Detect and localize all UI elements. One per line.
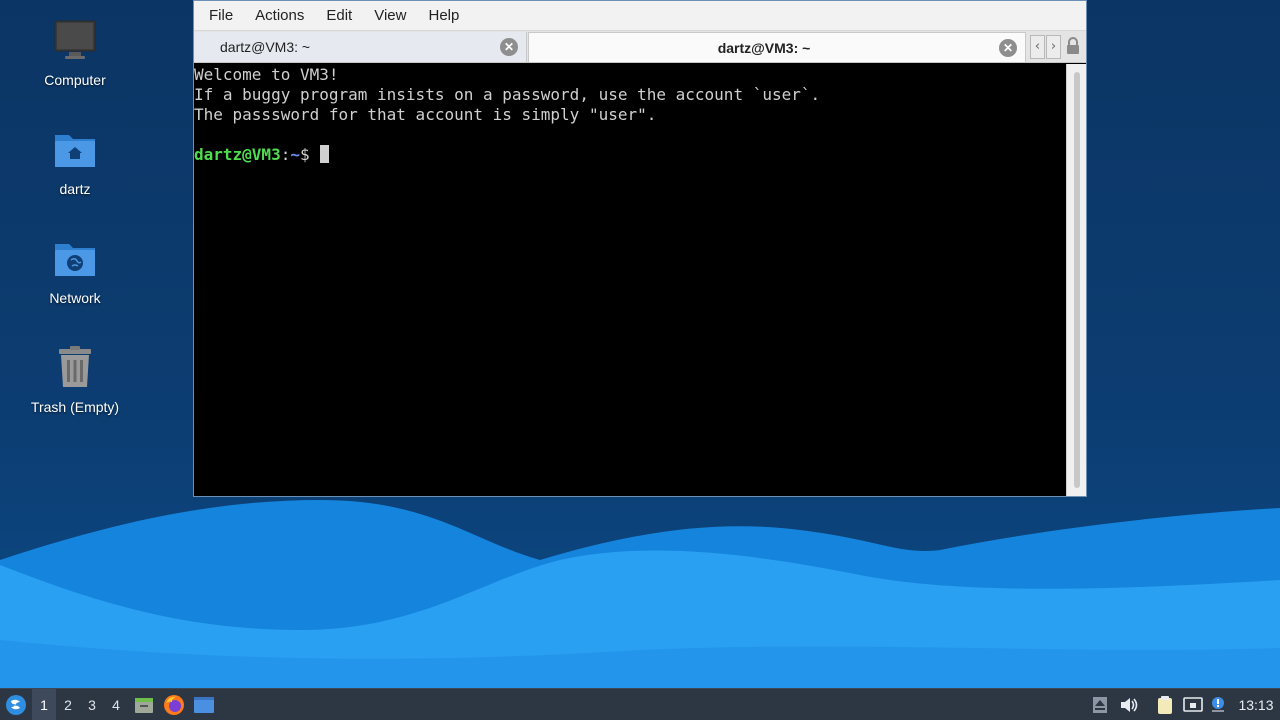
notification-icon xyxy=(1212,697,1224,712)
menu-file[interactable]: File xyxy=(198,1,244,31)
menu-actions[interactable]: Actions xyxy=(244,1,315,31)
workspace-4[interactable]: 4 xyxy=(104,689,128,720)
output-line: Welcome to VM3! xyxy=(194,65,339,84)
clipboard-icon xyxy=(1158,696,1172,714)
output-line: If a buggy program insists on a password… xyxy=(194,85,821,104)
volume-icon xyxy=(1121,698,1138,712)
tray-clipboard[interactable] xyxy=(1154,689,1176,720)
computer-icon xyxy=(54,20,96,59)
tab-close-icon[interactable]: ✕ xyxy=(999,38,1017,57)
app-menu-icon xyxy=(6,695,26,715)
tab-label: dartz@VM3: ~ xyxy=(220,39,311,55)
tab-close-icon[interactable]: ✕ xyxy=(500,38,518,56)
taskbar: 1 2 3 4 13:13 xyxy=(0,688,1280,720)
prompt-line: dartz@VM3:~$ xyxy=(194,145,1066,165)
file-manager-icon xyxy=(135,698,153,713)
network-icon xyxy=(1183,697,1203,712)
tray-updates[interactable] xyxy=(1090,689,1110,720)
workspace-2[interactable]: 2 xyxy=(56,689,80,720)
workspace-3[interactable]: 3 xyxy=(80,689,104,720)
tray-volume[interactable] xyxy=(1118,689,1140,720)
eject-icon xyxy=(1093,697,1107,713)
lock-icon[interactable] xyxy=(1066,37,1080,55)
desktop-icon-label: Trash (Empty) xyxy=(30,399,120,415)
menu-help[interactable]: Help xyxy=(417,1,470,31)
tab-label: dartz@VM3: ~ xyxy=(717,39,811,56)
desktop-icon-home-folder[interactable]: dartz xyxy=(15,127,135,198)
tab-scroll-right-icon[interactable]: › xyxy=(1046,35,1061,59)
desktop-icon-network[interactable]: Network xyxy=(15,236,135,307)
firefox-icon xyxy=(164,695,184,715)
terminal-window[interactable]: File Actions Edit View Help dartz@VM3: ~… xyxy=(193,0,1087,497)
output-line: The passsword for that account is simply… xyxy=(194,105,657,124)
desktop-icon-label: Network xyxy=(49,290,101,306)
prompt-separator: : xyxy=(280,145,291,164)
prompt-path: ~ xyxy=(290,145,300,164)
terminal-taskbar-button[interactable] xyxy=(192,689,216,720)
prompt-user-host: dartz@VM3 xyxy=(194,145,281,164)
workspace-1[interactable]: 1 xyxy=(32,689,56,720)
terminal-menubar: File Actions Edit View Help xyxy=(194,1,1086,31)
menu-view[interactable]: View xyxy=(363,1,417,31)
text-cursor xyxy=(320,145,330,163)
window-icon xyxy=(194,697,214,713)
tab-terminal-1[interactable]: dartz@VM3: ~ ✕ xyxy=(194,32,527,62)
tray-notification[interactable] xyxy=(1208,689,1228,720)
tab-scroll-left-icon[interactable]: ‹ xyxy=(1030,35,1045,59)
desktop-icon-computer[interactable]: Computer xyxy=(15,18,135,89)
desktop-icon-label: Computer xyxy=(44,72,106,88)
tab-terminal-2[interactable]: dartz@VM3: ~ ✕ xyxy=(528,32,1026,62)
desktop-icon-label: dartz xyxy=(59,181,91,197)
file-manager-launcher[interactable] xyxy=(132,689,156,720)
firefox-launcher[interactable] xyxy=(162,689,186,720)
terminal-tabbar: dartz@VM3: ~ ✕ dartz@VM3: ~ ✕ ‹ › xyxy=(194,31,1086,63)
terminal-scrollbar[interactable] xyxy=(1066,64,1086,496)
trash-icon xyxy=(59,346,91,387)
prompt-symbol: $ xyxy=(299,145,310,164)
tray-network[interactable] xyxy=(1182,689,1204,720)
terminal-output[interactable]: Welcome to VM3! If a buggy program insis… xyxy=(194,64,1066,496)
menu-edit[interactable]: Edit xyxy=(315,1,363,31)
home-folder-icon xyxy=(55,135,95,167)
scrollbar-thumb[interactable] xyxy=(1074,72,1080,488)
desktop-icon-trash[interactable]: Trash (Empty) xyxy=(15,345,135,416)
start-menu-button[interactable] xyxy=(2,689,30,720)
network-folder-icon xyxy=(55,244,95,276)
clock[interactable]: 13:13 xyxy=(1234,689,1278,720)
